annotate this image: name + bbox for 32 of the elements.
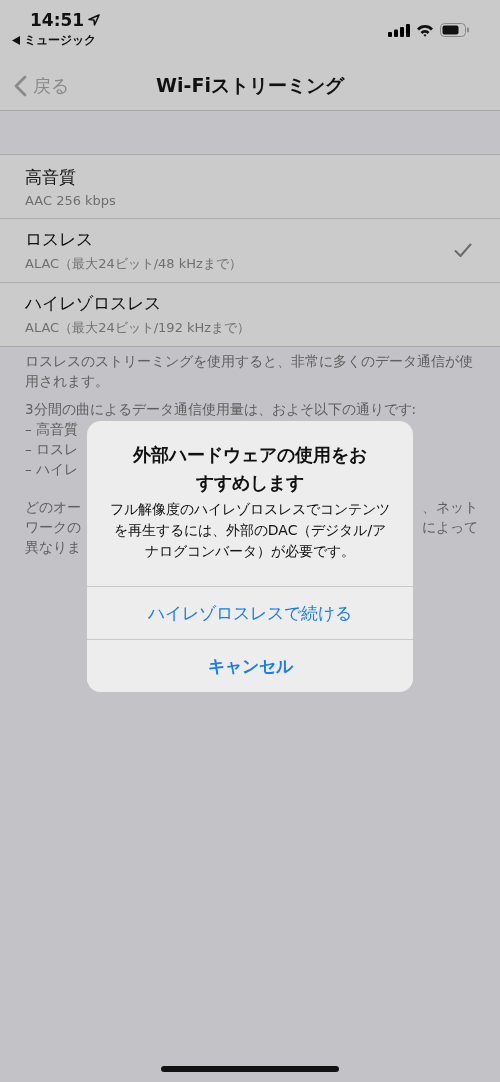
home-indicator[interactable]: [161, 1066, 339, 1072]
wifi-icon: [416, 23, 434, 37]
battery-icon: [440, 23, 470, 37]
option-label: 高音質: [25, 165, 77, 189]
quality-option[interactable]: 高音質 AAC 256 kbps: [0, 155, 500, 219]
triangle-icon: [12, 36, 20, 45]
footer-text: 3分間の曲によるデータ通信使用量は、およそ以下の通りです:: [25, 400, 418, 419]
option-label: ハイレゾロスレス: [25, 292, 162, 315]
usage-item: – ロスレ: [25, 441, 79, 457]
footer-text: 、ネット: [422, 498, 478, 517]
screen-title: Wi-Fiストリーミング: [156, 74, 344, 96]
location-arrow-icon: [88, 14, 101, 26]
option-label: ロスレス: [25, 228, 94, 251]
footer-text: どのオー: [25, 498, 81, 517]
quality-option[interactable]: ハイレゾロスレス ALAC（最大24ビット/192 kHzまで）: [0, 283, 500, 346]
usage-item: – 高音質: [25, 421, 79, 437]
option-detail: ALAC（最大24ビット/48 kHzまで）: [25, 255, 242, 273]
footer-text: によって: [422, 518, 478, 537]
option-detail: AAC 256 kbps: [25, 192, 116, 208]
alert-title: 外部ハードウェアの使用をおすすめします: [132, 443, 368, 495]
usage-item: – ハイレ: [25, 461, 79, 477]
footer-text: 異なりま: [25, 538, 81, 557]
option-detail: ALAC（最大24ビット/192 kHzまで）: [25, 319, 251, 337]
signal-icon: [388, 23, 410, 37]
alert-message: フル解像度のハイレゾロスレスでコンテンツを再生するには、外部のDAC（デジタル/アナログコンバータ）が必要です。: [109, 500, 391, 561]
status-time: 14:51: [30, 10, 85, 30]
checkmark-icon: [454, 243, 472, 258]
footer-text: ワークの: [25, 518, 81, 537]
chevron-left-icon: [14, 75, 27, 97]
quality-option[interactable]: ロスレス ALAC（最大24ビット/48 kHzまで）: [0, 219, 500, 283]
back-to-app-link[interactable]: ミュージック: [12, 32, 101, 49]
footer-text: ロスレスのストリーミングを使用すると、非常に多くのデータ通信が使用されます。: [25, 352, 474, 391]
